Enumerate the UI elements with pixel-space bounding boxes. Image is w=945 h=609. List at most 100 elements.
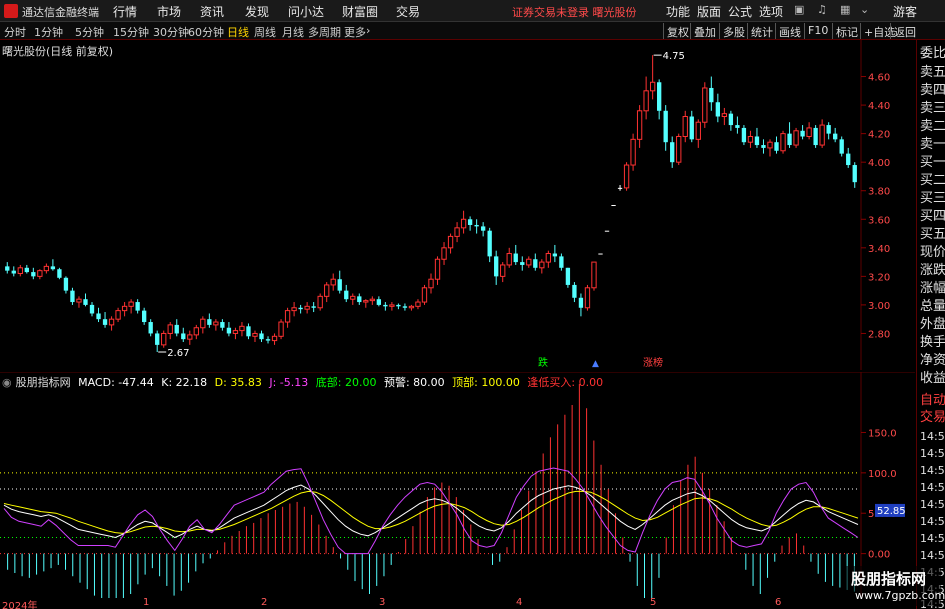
candle-body <box>232 330 239 334</box>
period-weekly[interactable]: 周线 <box>254 24 276 40</box>
candle-body <box>350 295 356 300</box>
date-feb: 2 <box>261 597 268 608</box>
candle-body <box>226 327 232 334</box>
candle-body <box>108 318 115 326</box>
menu-hangqing[interactable]: 行情 <box>113 3 137 20</box>
side-zhangfu[interactable]: 涨幅 <box>920 281 945 297</box>
side-sell1[interactable]: 卖一 <box>920 137 945 153</box>
price-tick-label: 4.20 <box>868 130 890 141</box>
menu-caifuquan[interactable]: 财富圈 <box>342 3 378 20</box>
side-weibi[interactable]: 委比 <box>920 46 945 62</box>
menu-faxian[interactable]: 发现 <box>245 3 269 20</box>
chart-title: 曙光股份(日线 前复权) <box>2 45 114 58</box>
menu-xuanxiang[interactable]: 选项 <box>759 3 783 20</box>
bell-icon[interactable]: ♫ <box>817 3 827 16</box>
candle-body <box>187 334 193 340</box>
side-zongliang[interactable]: 总量 <box>920 299 945 315</box>
f10-button[interactable]: F10 <box>804 23 831 39</box>
side-time-7: 14:56 <box>920 532 945 545</box>
candle-body <box>741 127 747 143</box>
candle-body <box>552 253 558 257</box>
candle-body <box>396 304 401 307</box>
period-5min[interactable]: 5分钟 <box>75 24 104 40</box>
candle-body <box>520 262 525 265</box>
candle-body <box>181 333 186 340</box>
candle-body <box>780 133 786 152</box>
candle-body <box>31 272 36 277</box>
menu-shichang[interactable]: 市场 <box>157 3 181 20</box>
minimize-icon[interactable]: ⌄ <box>860 3 869 16</box>
period-15min[interactable]: 15分钟 <box>113 24 149 40</box>
candle-body <box>533 259 538 268</box>
period-30min[interactable]: 30分钟 <box>153 24 189 40</box>
side-buy1[interactable]: 买一 <box>920 155 945 171</box>
candle-body <box>252 332 258 337</box>
candle-body <box>193 327 199 336</box>
menu-gongshi[interactable]: 公式 <box>728 3 752 20</box>
candle-body <box>239 325 245 332</box>
period-daily[interactable]: 日线 <box>227 24 249 40</box>
k-line <box>3 484 859 539</box>
side-buy5[interactable]: 买五 <box>920 227 945 243</box>
app-logo-icon <box>4 4 18 18</box>
side-buy4[interactable]: 买四 <box>920 209 945 225</box>
candle-body <box>17 267 23 275</box>
side-zhangdie[interactable]: 涨跌 <box>920 263 945 279</box>
side-auto[interactable]: 自动 <box>920 393 945 409</box>
period-fenshi[interactable]: 分时 <box>4 24 26 40</box>
candle-body <box>636 110 643 140</box>
indicator-chart[interactable]: 150.0100.050.000.0052.85 <box>0 372 915 598</box>
current-value-label: 52.85 <box>877 506 906 517</box>
duogu-button[interactable]: 多股 <box>719 23 748 39</box>
menu-banmian[interactable]: 版面 <box>697 3 721 20</box>
candle-body <box>142 310 147 323</box>
side-trade[interactable]: 交易 <box>920 410 945 426</box>
candle-body <box>774 142 779 151</box>
menu-guest[interactable]: 游客 <box>893 3 917 20</box>
menu-wenxiaoda[interactable]: 问小达 <box>288 3 324 20</box>
side-jingzi[interactable]: 净资 <box>920 353 945 369</box>
candle-body <box>813 127 818 146</box>
side-xianjia[interactable]: 现价 <box>920 245 945 261</box>
side-buy3[interactable]: 买三 <box>920 191 945 207</box>
side-sell3[interactable]: 卖三 <box>920 101 945 117</box>
candle-body <box>207 319 212 325</box>
candle-body <box>695 121 701 140</box>
tongji-button[interactable]: 统计 <box>747 23 776 39</box>
candle-body <box>135 302 140 311</box>
back-button[interactable]: 返回 <box>890 23 919 39</box>
period-monthly[interactable]: 月线 <box>282 24 304 40</box>
side-waipan[interactable]: 外盘 <box>920 317 945 333</box>
period-multi[interactable]: 多周期 <box>308 24 341 40</box>
grid-icon[interactable]: ▦ <box>840 3 850 16</box>
candle-body <box>682 116 688 137</box>
layout-icon[interactable]: ▣ <box>794 3 804 16</box>
side-sell5[interactable]: 卖五 <box>920 65 945 81</box>
candle-body <box>735 125 740 128</box>
candlestick-chart[interactable]: 4.60 4.40 4.20 4.00 3.80 3.60 3.40 3.20 3.00 2.80… <box>0 40 915 370</box>
side-buy2[interactable]: 买二 <box>920 173 945 189</box>
huaxian-button[interactable]: 画线 <box>775 23 804 39</box>
candle-body <box>304 305 310 310</box>
period-60min[interactable]: 60分钟 <box>188 24 224 40</box>
indicator-tick-label: 150.0 <box>868 428 897 439</box>
biaoji-button[interactable]: 标记 <box>832 23 861 39</box>
chevron-right-icon[interactable]: › <box>366 24 370 37</box>
side-sell2[interactable]: 卖二 <box>920 119 945 135</box>
side-huanshou[interactable]: 换手 <box>920 335 945 351</box>
candle-body <box>291 307 297 312</box>
diejia-button[interactable]: 叠加 <box>690 23 719 39</box>
candle-body <box>11 270 16 274</box>
fuquan-button[interactable]: 复权 <box>663 23 692 39</box>
period-more[interactable]: 更多 <box>344 24 366 40</box>
period-toolbar: 分时 1分钟 5分钟 15分钟 30分钟 60分钟 日线 周线 月线 多周期 更… <box>0 22 945 40</box>
menu-zixun[interactable]: 资讯 <box>200 3 224 20</box>
candle-body <box>578 297 584 308</box>
side-sell4[interactable]: 卖四 <box>920 83 945 99</box>
candle-body <box>545 253 552 263</box>
menu-jiaoyi[interactable]: 交易 <box>396 3 420 20</box>
candle-body <box>421 287 428 303</box>
period-1min[interactable]: 1分钟 <box>34 24 63 40</box>
menu-gongneng[interactable]: 功能 <box>666 3 690 20</box>
side-shouyi[interactable]: 收益 <box>920 371 945 387</box>
